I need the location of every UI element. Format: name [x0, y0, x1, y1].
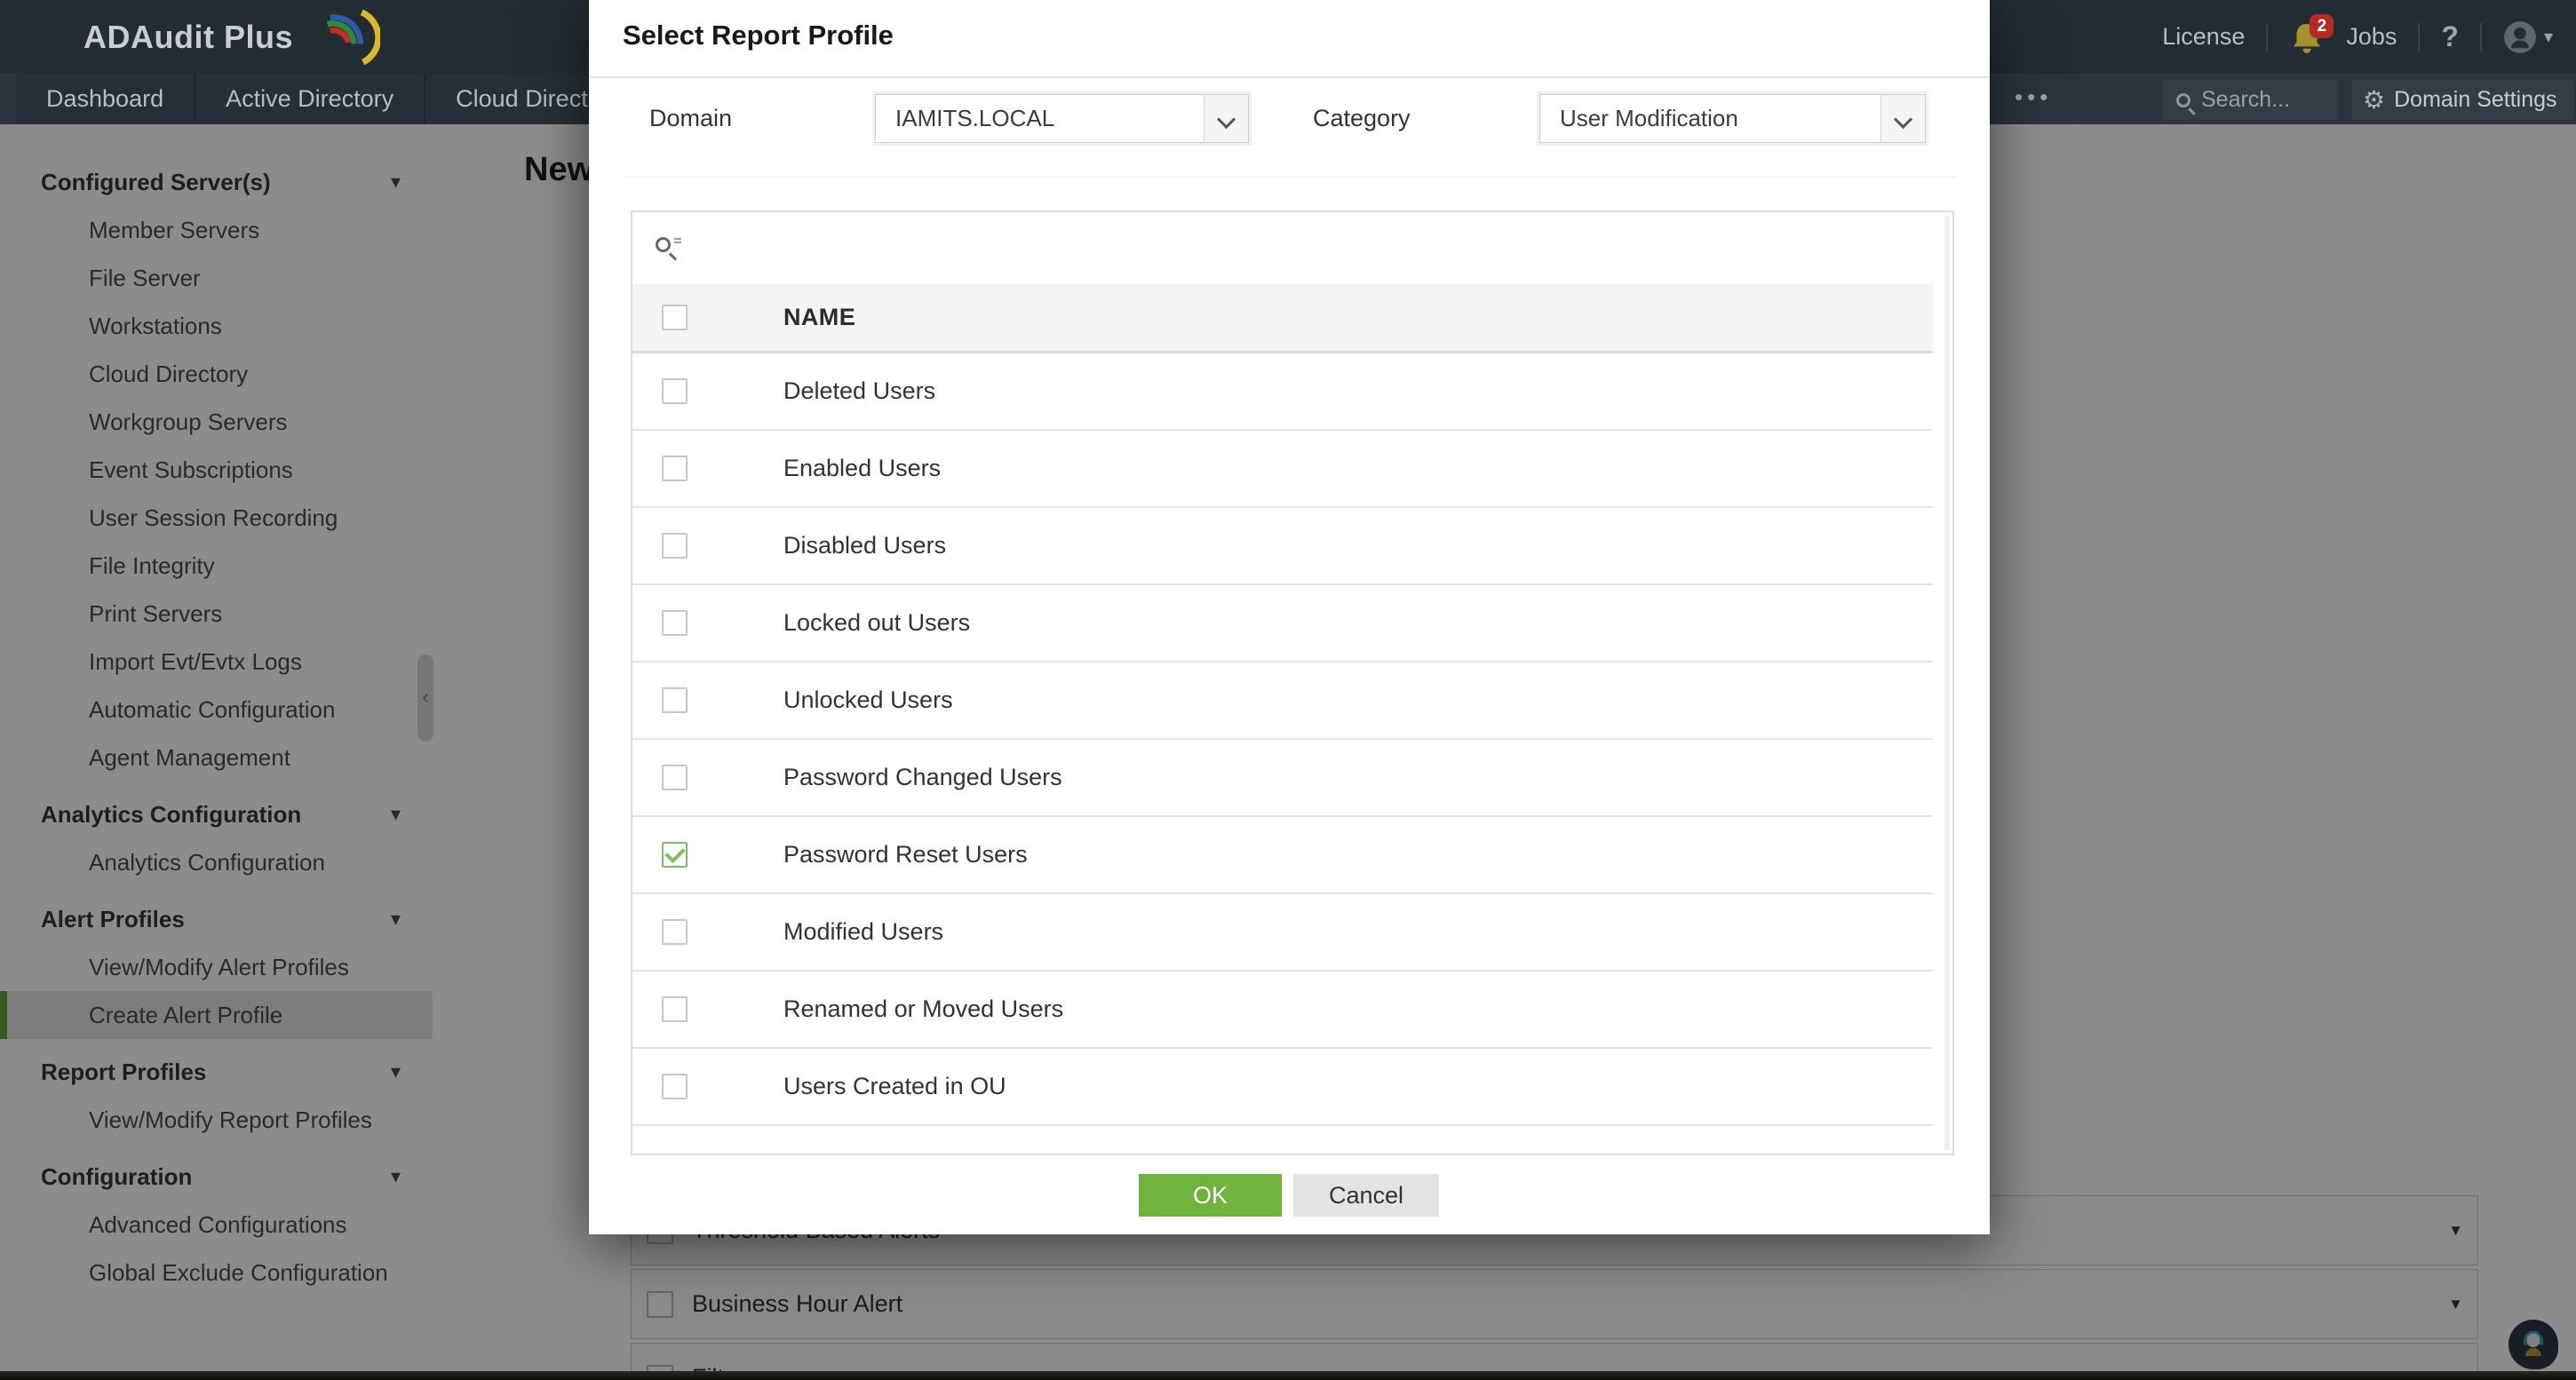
table-search-zone [632, 212, 1952, 284]
name-column-header: NAME [783, 304, 855, 331]
top-bar-right: License 2 Jobs ? ▾ [2162, 0, 2553, 74]
dialog-title: Select Report Profile [623, 20, 894, 52]
domain-field-label: Domain [649, 105, 732, 132]
category-select[interactable]: User Modification [1539, 94, 1926, 143]
table-header-row: NAME [632, 284, 1933, 353]
report-profile-name: Password Changed Users [783, 764, 1062, 791]
nav-tab-label: Dashboard [46, 85, 163, 112]
divider [2418, 23, 2420, 52]
app-logo[interactable]: ADAudit Plus [83, 14, 293, 60]
category-select-value: User Modification [1540, 105, 1880, 132]
row-checkbox[interactable] [662, 533, 688, 559]
report-profile-row[interactable]: Users Created in OU [632, 1049, 1933, 1126]
chevron-down-icon [1880, 95, 1925, 142]
table-search-icon[interactable] [656, 237, 671, 252]
nav-tabs: Dashboard Active Directory Cloud Directo… [16, 74, 653, 124]
report-profile-row[interactable]: Unlocked Users [632, 662, 1933, 740]
report-profile-row[interactable]: Password Changed Users [632, 740, 1933, 817]
report-profile-name: Password Reset Users [783, 841, 1028, 868]
report-profile-name: Users Created in OU [783, 1073, 1006, 1100]
report-profile-row[interactable]: Disabled Users [632, 508, 1933, 585]
divider [2480, 23, 2482, 52]
report-profile-name: Renamed or Moved Users [783, 995, 1063, 1023]
jobs-link[interactable]: Jobs [2346, 23, 2397, 51]
report-profile-row[interactable]: Locked out Users [632, 585, 1933, 662]
nav-tab-label: Active Directory [226, 85, 394, 112]
table-rows: Deleted Users Enabled Users Disabled Use… [632, 353, 1952, 1126]
divider [2266, 23, 2268, 52]
select-all-checkbox[interactable] [662, 305, 688, 330]
logo-swoosh-icon [304, 4, 380, 71]
domain-settings-label: Domain Settings [2394, 87, 2556, 113]
avatar-icon [2503, 20, 2537, 54]
more-menu-icon[interactable]: ••• [2015, 74, 2052, 124]
notifications-bell-icon[interactable]: 2 [2289, 18, 2325, 57]
app-logo-text: ADAudit Plus [83, 19, 293, 55]
search-placeholder: Search... [2201, 87, 2290, 113]
divider [589, 76, 1990, 78]
report-profile-name: Disabled Users [783, 532, 946, 559]
user-menu[interactable]: ▾ [2503, 20, 2553, 54]
adaudit-plus-page: ADAudit Plus License 2 Jobs ? [0, 0, 2576, 1380]
help-icon[interactable]: ? [2441, 20, 2459, 53]
gear-icon: ⚙ [2363, 88, 2385, 113]
domain-select-value: IAMITS.LOCAL [876, 105, 1204, 132]
row-checkbox[interactable] [662, 919, 688, 945]
row-checkbox[interactable] [662, 1074, 688, 1099]
license-link[interactable]: License [2162, 23, 2245, 51]
table-scrollbar[interactable] [1944, 216, 1950, 1150]
report-profile-row[interactable]: Deleted Users [632, 353, 1933, 431]
row-checkbox[interactable] [662, 610, 688, 636]
report-profile-name: Modified Users [783, 918, 943, 946]
row-checkbox[interactable] [662, 378, 688, 404]
search-input[interactable]: Search... [2162, 80, 2338, 120]
chevron-down-icon: ▾ [2544, 26, 2553, 48]
report-profile-row[interactable]: Renamed or Moved Users [632, 972, 1933, 1049]
row-checkbox[interactable] [662, 842, 688, 868]
domain-select[interactable]: IAMITS.LOCAL [875, 94, 1249, 143]
report-profile-row[interactable]: Enabled Users [632, 431, 1933, 508]
nav-tab[interactable]: Active Directory [195, 74, 425, 124]
report-profile-name: Deleted Users [783, 377, 935, 405]
row-checkbox[interactable] [662, 456, 688, 481]
report-profile-row[interactable]: Modified Users [632, 894, 1933, 972]
report-profile-name: Enabled Users [783, 455, 941, 482]
chevron-down-icon [1204, 95, 1248, 142]
row-checkbox[interactable] [662, 687, 688, 713]
nav-tab[interactable]: Dashboard [16, 74, 195, 124]
ok-button[interactable]: OK [1139, 1174, 1282, 1217]
report-profile-name: Locked out Users [783, 609, 970, 637]
report-profile-name: Unlocked Users [783, 686, 953, 714]
row-checkbox[interactable] [662, 996, 688, 1022]
notification-count-badge: 2 [2310, 14, 2334, 38]
divider [623, 177, 1956, 178]
report-profile-table: NAME Deleted Users Enabled Users [631, 210, 1954, 1155]
domain-settings-button[interactable]: ⚙ Domain Settings [2352, 80, 2574, 120]
search-icon [2176, 93, 2190, 107]
category-field-label: Category [1313, 105, 1411, 132]
report-profile-row[interactable]: Password Reset Users [632, 817, 1933, 894]
select-report-profile-dialog: Select Report Profile Domain IAMITS.LOCA… [589, 0, 1990, 1234]
row-checkbox[interactable] [662, 765, 688, 790]
cancel-button[interactable]: Cancel [1293, 1174, 1439, 1217]
